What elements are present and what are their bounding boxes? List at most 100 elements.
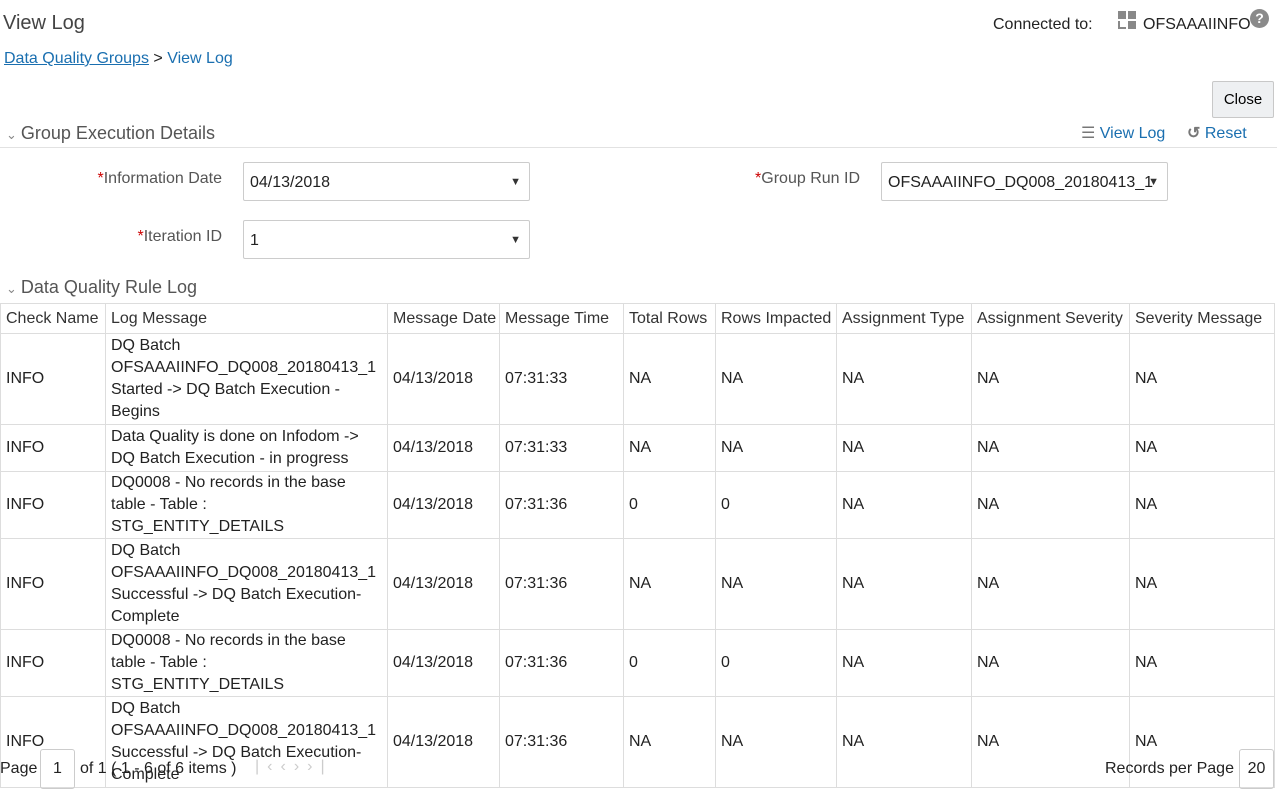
- page-input[interactable]: 1: [40, 749, 75, 789]
- table-cell: 07:31:36: [499, 471, 624, 539]
- records-per-page-label: Records per Page: [1105, 760, 1234, 777]
- iteration-id-select[interactable]: 1 ▼: [243, 220, 530, 259]
- group-execution-header[interactable]: ⌄ Group Execution Details: [6, 123, 215, 144]
- table-cell: 07:31:36: [499, 696, 624, 788]
- prev-page-icon[interactable]: ‹: [280, 758, 293, 775]
- table-cell: NA: [715, 696, 837, 788]
- reset-label: Reset: [1204, 125, 1247, 142]
- list-icon: ☰: [1081, 125, 1096, 142]
- selected-value: 1: [250, 232, 259, 249]
- dq-rule-log-header[interactable]: ⌄ Data Quality Rule Log: [6, 277, 197, 298]
- information-date-label: *Information Date: [97, 170, 222, 187]
- reset-button[interactable]: ↺ Reset: [1187, 123, 1247, 143]
- breadcrumb-current: View Log: [167, 50, 233, 67]
- next-page-icon[interactable]: ›: [294, 758, 307, 775]
- connected-label: Connected to:: [993, 16, 1093, 33]
- table-cell: DQ0008 - No records in the base table - …: [105, 629, 388, 697]
- table-cell: NA: [1129, 471, 1275, 539]
- table-cell: 0: [623, 629, 716, 697]
- view-log-label: View Log: [1099, 125, 1166, 142]
- column-header[interactable]: Assignment Severity: [971, 303, 1130, 334]
- column-header[interactable]: Assignment Type: [836, 303, 972, 334]
- first-page-icon[interactable]: |‹: [255, 758, 280, 775]
- column-header[interactable]: Message Date: [387, 303, 500, 334]
- log-table: Check Name Log Message Message Date Message…: [0, 303, 1275, 788]
- iteration-id-label: *Iteration ID: [137, 228, 223, 245]
- table-cell: NA: [1129, 629, 1275, 697]
- table-cell: NA: [971, 629, 1130, 697]
- chevron-down-icon: ⌄: [6, 281, 17, 296]
- table-cell: NA: [971, 471, 1130, 539]
- table-cell: NA: [623, 696, 716, 788]
- column-header[interactable]: Message Time: [499, 303, 624, 334]
- help-icon[interactable]: ?: [1250, 9, 1269, 28]
- table-cell: INFO: [0, 538, 106, 630]
- table-row: INFO DQ0008 - No records in the base tabl…: [0, 471, 1275, 539]
- table-cell: NA: [1129, 333, 1275, 425]
- table-cell: 04/13/2018: [387, 629, 500, 697]
- dropdown-arrow-icon: ▼: [510, 176, 521, 188]
- column-header[interactable]: Total Rows: [623, 303, 716, 334]
- table-cell: NA: [836, 471, 972, 539]
- table-cell: INFO: [0, 424, 106, 472]
- breadcrumb-data-quality-groups[interactable]: Data Quality Groups: [4, 50, 149, 67]
- records-per-page-input[interactable]: 20: [1239, 749, 1274, 789]
- table-cell: NA: [715, 333, 837, 425]
- server-name: OFSAAAIINFO: [1143, 16, 1251, 33]
- divider: [0, 147, 1277, 148]
- table-cell: NA: [971, 333, 1130, 425]
- table-cell: NA: [623, 333, 716, 425]
- table-cell: NA: [836, 696, 972, 788]
- table-cell: DQ0008 - No records in the base table - …: [105, 471, 388, 539]
- table-cell: NA: [715, 424, 837, 472]
- table-cell: 04/13/2018: [387, 471, 500, 539]
- column-header[interactable]: Log Message: [105, 303, 388, 334]
- table-cell: NA: [1129, 538, 1275, 630]
- table-cell: NA: [715, 538, 837, 630]
- page-summary: of 1 ( 1 - 6 of 6 items ): [80, 760, 237, 777]
- information-date-select[interactable]: 04/13/2018 ▼: [243, 162, 530, 201]
- infodom-icon: [1118, 11, 1138, 29]
- chevron-down-icon: ⌄: [6, 127, 17, 142]
- group-run-id-select[interactable]: OFSAAAIINFO_DQ008_20180413_1 ▼: [881, 162, 1168, 201]
- page-title: View Log: [3, 12, 85, 34]
- table-row: INFO DQ Batch OFSAAAIINFO_DQ008_20180413_…: [0, 538, 1275, 630]
- section-title: Group Execution Details: [20, 123, 216, 143]
- table-cell: NA: [971, 538, 1130, 630]
- table-cell: INFO: [0, 333, 106, 425]
- column-header[interactable]: Rows Impacted: [715, 303, 837, 334]
- table-cell: 07:31:36: [499, 538, 624, 630]
- close-button[interactable]: Close: [1212, 81, 1274, 118]
- table-cell: 0: [715, 471, 837, 539]
- dropdown-arrow-icon: ▼: [510, 234, 521, 246]
- reset-icon: ↺: [1187, 125, 1201, 142]
- breadcrumb: Data Quality Groups > View Log: [4, 50, 233, 68]
- table-cell: NA: [623, 424, 716, 472]
- group-run-id-label: *Group Run ID: [755, 170, 860, 187]
- table-cell: 07:31:33: [499, 424, 624, 472]
- table-cell: 04/13/2018: [387, 696, 500, 788]
- table-cell: NA: [836, 333, 972, 425]
- breadcrumb-separator: >: [153, 50, 163, 67]
- table-cell: INFO: [0, 629, 106, 697]
- selected-value: 04/13/2018: [250, 174, 331, 191]
- table-cell: DQ Batch OFSAAAIINFO_DQ008_20180413_1 Su…: [105, 538, 388, 630]
- table-cell: 04/13/2018: [387, 538, 500, 630]
- table-cell: 0: [623, 471, 716, 539]
- table-cell: NA: [836, 538, 972, 630]
- view-log-button[interactable]: ☰ View Log: [1081, 123, 1165, 143]
- table-cell: 04/13/2018: [387, 424, 500, 472]
- table-cell: NA: [836, 424, 972, 472]
- column-header[interactable]: Severity Message: [1129, 303, 1275, 334]
- table-cell: INFO: [0, 471, 106, 539]
- table-row: INFO DQ Batch OFSAAAIINFO_DQ008_20180413_…: [0, 333, 1275, 425]
- column-header[interactable]: Check Name: [0, 303, 106, 334]
- dropdown-arrow-icon: ▼: [1148, 176, 1159, 188]
- table-cell: NA: [1129, 424, 1275, 472]
- pager-nav: |‹‹››|: [255, 758, 333, 776]
- table-row: INFO Data Quality is done on Infodom -> D…: [0, 424, 1275, 472]
- table-cell: NA: [623, 538, 716, 630]
- table-cell: 07:31:33: [499, 333, 624, 425]
- last-page-icon[interactable]: ›|: [307, 758, 332, 775]
- selected-value: OFSAAAIINFO_DQ008_20180413_1: [888, 174, 1154, 191]
